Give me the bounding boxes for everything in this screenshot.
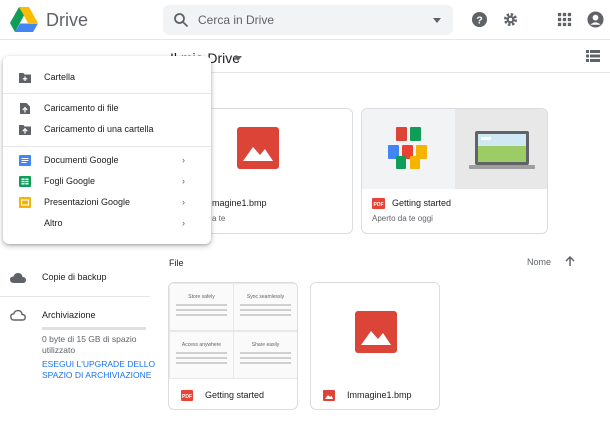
sidebar-item-backup[interactable]: Copie di backup — [10, 270, 160, 288]
pdf-file-icon: PDF — [181, 390, 193, 401]
menu-item-label: Fogli Google — [44, 176, 96, 186]
svg-text:?: ? — [476, 15, 482, 26]
file-name: magine1.bmp — [212, 198, 267, 208]
svg-text:PDF: PDF — [182, 394, 192, 400]
google-apps-icons — [388, 127, 427, 169]
cloud-outline-icon — [10, 309, 26, 321]
preview-cell-title: Sync seamlessly — [246, 294, 285, 300]
location-bar: Il mio Drive — [160, 40, 610, 73]
quick-access-card[interactable]: PDF Getting started Aperto da te oggi — [361, 108, 548, 234]
menu-item-label: Presentazioni Google — [44, 197, 131, 207]
file-activity: Aperto da te oggi — [372, 214, 433, 223]
sidebar-item-storage[interactable]: Archiviazione — [10, 307, 160, 325]
menu-item-folder-upload[interactable]: Caricamento di una cartella — [3, 119, 211, 139]
google-slides-icon — [19, 197, 31, 208]
list-view-icon[interactable] — [586, 50, 600, 62]
chevron-down-icon[interactable] — [234, 56, 242, 61]
file-name: Getting started — [205, 390, 265, 400]
sidebar-item-label: Copie di backup — [42, 272, 107, 282]
svg-text:PDF: PDF — [374, 202, 384, 208]
laptop-illustration-icon — [469, 131, 535, 169]
preview-cell: Sync seamlessly — [234, 284, 297, 330]
pdf-file-icon: PDF — [372, 198, 385, 209]
file-thumbnail — [311, 283, 439, 379]
menu-item-new-folder[interactable]: Cartella — [3, 67, 211, 87]
image-file-icon — [237, 127, 279, 169]
preview-cell-title: Access anywhere — [181, 342, 222, 348]
app-name: Drive — [46, 10, 89, 30]
files-section-title: File — [169, 258, 184, 268]
menu-divider — [3, 93, 211, 94]
folder-upload-icon — [19, 125, 31, 135]
preview-cell: Store safely — [170, 284, 233, 330]
file-name: Immagine1.bmp — [347, 390, 412, 400]
apps-grid-icon[interactable] — [556, 11, 573, 28]
menu-item-label: Cartella — [44, 72, 76, 82]
menu-divider — [3, 146, 211, 147]
sidebar-item-label: Archiviazione — [42, 310, 96, 320]
preview-cell: Share easily — [234, 332, 297, 378]
preview-cell-title: Share easily — [251, 342, 280, 348]
menu-item-label: Altro — [44, 218, 63, 228]
google-sheets-icon — [19, 176, 31, 187]
file-card[interactable]: Immagine1.bmp — [310, 282, 440, 410]
menu-item-file-upload[interactable]: Caricamento di file — [3, 98, 211, 118]
file-name: Getting started — [392, 198, 452, 208]
sidebar-divider — [0, 296, 150, 297]
file-upload-icon — [20, 103, 30, 114]
chevron-right-icon: › — [182, 155, 185, 165]
storage-progress-bar — [42, 327, 146, 330]
new-item-menu: Cartella Caricamento di file Caricamento… — [3, 56, 211, 244]
chevron-right-icon: › — [182, 218, 185, 228]
help-icon[interactable]: ? — [471, 11, 488, 28]
google-docs-icon — [19, 155, 31, 166]
cloud-icon — [10, 273, 26, 283]
preview-panel — [362, 109, 454, 189]
top-bar: Drive Cerca in Drive ? — [0, 0, 610, 40]
sort-by-name-button[interactable]: Nome — [527, 257, 551, 267]
menu-item-google-slides[interactable]: Presentazioni Google › — [3, 192, 211, 212]
chevron-right-icon: › — [182, 176, 185, 186]
new-folder-icon — [19, 73, 31, 83]
image-file-small-icon — [323, 390, 335, 401]
file-thumbnail: Store safely Sync seamlessly Access anyw… — [169, 283, 297, 379]
search-options-icon[interactable] — [433, 18, 441, 23]
chevron-right-icon: › — [182, 197, 185, 207]
preview-cell-title: Store safely — [188, 294, 215, 300]
storage-usage-text: 0 byte di 15 GB di spazio utilizzato — [42, 334, 137, 355]
menu-item-more[interactable]: Altro › — [3, 213, 211, 233]
preview-panel — [455, 109, 547, 189]
sort-ascending-icon[interactable] — [564, 255, 576, 267]
menu-item-label: Caricamento di una cartella — [44, 124, 154, 134]
gear-icon[interactable] — [502, 11, 519, 28]
upgrade-storage-link[interactable]: ESEGUI L'UPGRADE DELLO SPAZIO DI ARCHIVI… — [42, 359, 157, 381]
account-icon[interactable] — [587, 11, 604, 28]
file-card[interactable]: Store safely Sync seamlessly Access anyw… — [168, 282, 298, 410]
menu-item-label: Caricamento di file — [44, 103, 119, 113]
file-activity: a te — [212, 214, 226, 223]
search-input[interactable]: Cerca in Drive — [198, 13, 274, 27]
search-bar[interactable]: Cerca in Drive — [163, 5, 453, 35]
menu-item-google-sheets[interactable]: Fogli Google › — [3, 171, 211, 191]
menu-item-google-docs[interactable]: Documenti Google › — [3, 150, 211, 170]
drive-logo[interactable] — [10, 7, 38, 32]
image-file-icon — [355, 311, 397, 353]
menu-item-label: Documenti Google — [44, 155, 119, 165]
preview-cell: Access anywhere — [170, 332, 233, 378]
file-thumbnail — [362, 109, 547, 189]
search-icon[interactable] — [173, 12, 189, 28]
